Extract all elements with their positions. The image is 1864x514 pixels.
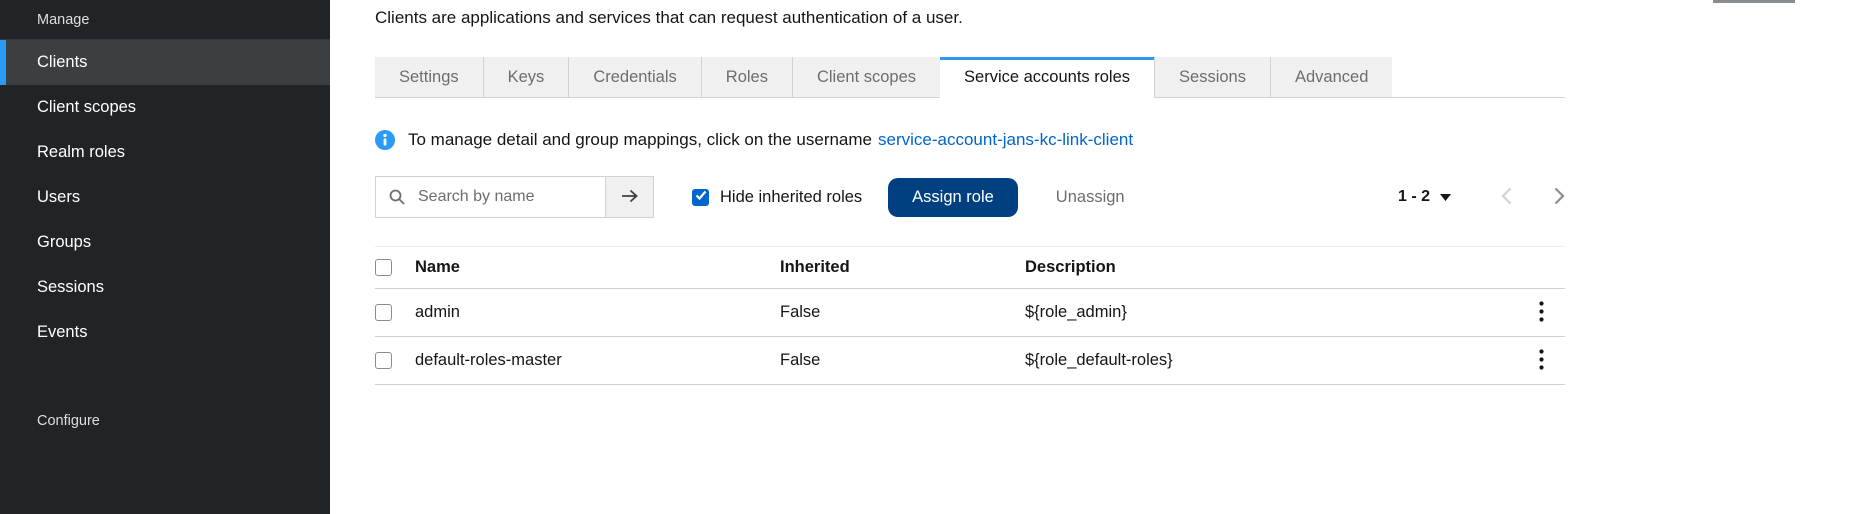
tab-service-accounts-roles[interactable]: Service accounts roles — [940, 57, 1154, 97]
search-submit-button[interactable] — [605, 176, 654, 218]
search-group — [375, 176, 654, 218]
roles-toolbar: Hide inherited roles Assign role Unassig… — [375, 176, 1565, 218]
client-tabs: Settings Keys Credentials Roles Client s… — [375, 57, 1565, 98]
sidebar: Manage Clients Client scopes Realm roles… — [0, 0, 330, 514]
kebab-menu-icon — [1539, 349, 1544, 373]
info-banner: To manage detail and group mappings, cli… — [375, 130, 1565, 150]
role-name: admin — [415, 303, 780, 322]
hide-inherited-checkbox[interactable] — [692, 189, 709, 206]
sidebar-section-configure: Configure — [0, 401, 330, 440]
sidebar-item-client-scopes[interactable]: Client scopes — [0, 85, 330, 130]
role-description: ${role_admin} — [1025, 303, 1517, 322]
main-content: Clients are applications and services th… — [330, 0, 1864, 514]
info-circle-icon — [375, 130, 395, 150]
column-header-name: Name — [415, 258, 780, 277]
search-input[interactable] — [375, 176, 605, 218]
sidebar-item-sessions[interactable]: Sessions — [0, 265, 330, 310]
row-actions-button[interactable] — [1529, 345, 1554, 377]
arrow-right-icon — [621, 189, 639, 206]
sidebar-section-manage: Manage — [0, 0, 330, 40]
info-text: To manage detail and group mappings, cli… — [408, 130, 872, 150]
chevron-left-icon — [1501, 187, 1512, 208]
unassign-button[interactable]: Unassign — [1056, 188, 1125, 207]
search-icon — [389, 189, 405, 205]
roles-table: Name Inherited Description admin False $… — [375, 246, 1565, 385]
sidebar-item-users[interactable]: Users — [0, 175, 330, 220]
pagination-next-button[interactable] — [1554, 187, 1565, 208]
tab-credentials[interactable]: Credentials — [568, 57, 700, 97]
sidebar-item-clients[interactable]: Clients — [0, 40, 330, 85]
assign-role-button[interactable]: Assign role — [888, 178, 1018, 217]
role-inherited: False — [780, 351, 1025, 370]
table-header-row: Name Inherited Description — [375, 247, 1565, 289]
pagination-range: 1 - 2 — [1398, 188, 1430, 206]
sidebar-nav: Clients Client scopes Realm roles Users … — [0, 40, 330, 355]
table-row-admin: admin False ${role_admin} — [375, 289, 1565, 337]
tab-sessions[interactable]: Sessions — [1154, 57, 1270, 97]
row-checkbox[interactable] — [375, 352, 392, 369]
tab-roles[interactable]: Roles — [701, 57, 792, 97]
tab-settings[interactable]: Settings — [375, 57, 483, 97]
chevron-right-icon — [1554, 187, 1565, 208]
caret-down-icon[interactable] — [1440, 194, 1451, 201]
sidebar-item-realm-roles[interactable]: Realm roles — [0, 130, 330, 175]
column-header-inherited: Inherited — [780, 258, 1025, 277]
sidebar-item-events[interactable]: Events — [0, 310, 330, 355]
role-name: default-roles-master — [415, 351, 780, 370]
tab-advanced[interactable]: Advanced — [1270, 57, 1392, 97]
kebab-menu-icon — [1539, 301, 1544, 325]
clients-description: Clients are applications and services th… — [375, 6, 1565, 30]
role-inherited: False — [780, 303, 1025, 322]
row-checkbox[interactable] — [375, 304, 392, 321]
tab-keys[interactable]: Keys — [483, 57, 569, 97]
select-all-checkbox[interactable] — [375, 259, 392, 276]
service-account-link[interactable]: service-account-jans-kc-link-client — [878, 130, 1133, 150]
row-actions-button[interactable] — [1529, 297, 1554, 329]
sidebar-item-groups[interactable]: Groups — [0, 220, 330, 265]
truncated-header-divider — [1713, 0, 1795, 3]
tab-client-scopes[interactable]: Client scopes — [792, 57, 940, 97]
check-icon — [695, 188, 707, 206]
role-description: ${role_default-roles} — [1025, 351, 1517, 370]
pagination: 1 - 2 — [1398, 187, 1565, 208]
table-row-default-roles-master: default-roles-master False ${role_defaul… — [375, 337, 1565, 385]
column-header-description: Description — [1025, 258, 1517, 277]
pagination-prev-button[interactable] — [1501, 187, 1512, 208]
client-detail-content: Clients are applications and services th… — [375, 6, 1565, 385]
hide-inherited-group: Hide inherited roles — [692, 188, 862, 207]
hide-inherited-label[interactable]: Hide inherited roles — [720, 188, 862, 207]
